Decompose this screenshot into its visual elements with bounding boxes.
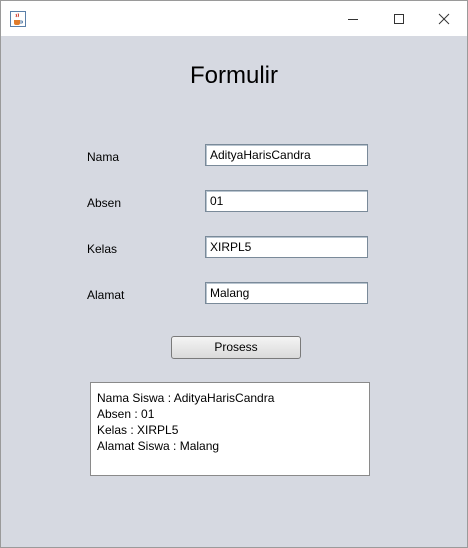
absen-field[interactable] [205, 190, 368, 212]
output-line-kelas: Kelas : XIRPL5 [97, 423, 179, 437]
output-textarea[interactable]: Nama Siswa : AdityaHarisCandra Absen : 0… [90, 382, 370, 476]
nama-field[interactable] [205, 144, 368, 166]
java-coffee-cup-icon [10, 11, 26, 27]
close-button[interactable] [421, 1, 467, 36]
minimize-icon [348, 18, 358, 20]
kelas-label: Kelas [87, 242, 118, 256]
minimize-button[interactable] [330, 1, 376, 36]
prosess-button[interactable]: Prosess [171, 336, 301, 359]
nama-label: Nama [87, 150, 120, 164]
application-window: Formulir Nama Absen Kelas Alamat Prosess… [0, 0, 468, 548]
form-title: Formulir [190, 62, 278, 89]
absen-label: Absen [87, 196, 122, 210]
form-panel: Formulir Nama Absen Kelas Alamat Prosess… [1, 36, 467, 547]
title-bar[interactable] [1, 1, 467, 36]
alamat-field[interactable] [205, 282, 368, 304]
output-line-absen: Absen : 01 [97, 407, 155, 421]
close-icon [438, 13, 450, 24]
maximize-icon [394, 13, 404, 24]
alamat-label: Alamat [87, 288, 125, 302]
kelas-field[interactable] [205, 236, 368, 258]
output-line-alamat: Alamat Siswa : Malang [97, 439, 220, 453]
maximize-button[interactable] [376, 1, 422, 36]
output-line-nama: Nama Siswa : AdityaHarisCandra [97, 391, 275, 405]
